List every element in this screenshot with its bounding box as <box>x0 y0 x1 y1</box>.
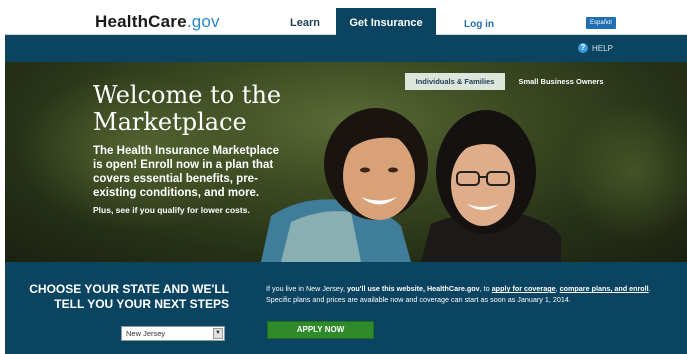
hero-title: Welcome to the Marketplace <box>93 81 282 136</box>
state-info-text: If you live in New Jersey, you'll use th… <box>266 283 666 305</box>
info-intro: If you live in New Jersey, <box>266 284 347 293</box>
question-circle-icon: ? <box>578 43 588 53</box>
sub-bar: ? HELP <box>5 35 687 62</box>
apply-coverage-link[interactable]: apply for coverage <box>492 284 556 293</box>
tab-individuals-families[interactable]: Individuals & Families <box>405 73 505 90</box>
top-nav: HealthCare.gov Learn Get Insurance Log i… <box>5 8 687 35</box>
nav-login[interactable]: Log in <box>464 19 494 30</box>
state-select-value: New Jersey <box>126 329 166 338</box>
espanol-button[interactable]: Español <box>586 17 616 29</box>
logo-health: Health <box>95 12 149 31</box>
info-bold: you'll use this website, HealthCare.gov <box>346 284 480 293</box>
help-label: HELP <box>592 43 613 53</box>
choose-state-heading: CHOOSE YOUR STATE AND WE'LL TELL YOU YOU… <box>29 282 229 311</box>
compare-plans-link[interactable]: compare plans, and enroll <box>560 284 649 293</box>
tab-small-business-owners[interactable]: Small Business Owners <box>511 73 611 90</box>
info-to: , to <box>479 284 492 293</box>
nav-learn[interactable]: Learn <box>290 17 320 29</box>
nav-get-insurance[interactable]: Get Insurance <box>336 8 436 35</box>
state-section: CHOOSE YOUR STATE AND WE'LL TELL YOU YOU… <box>5 262 687 354</box>
hero-background-blur <box>565 102 687 242</box>
state-select[interactable]: New Jersey ▼ <box>121 326 225 341</box>
page: HealthCare.gov Learn Get Insurance Log i… <box>5 8 687 354</box>
chevron-down-icon[interactable]: ▼ <box>213 328 223 339</box>
healthcare-gov-logo[interactable]: HealthCare.gov <box>95 12 220 32</box>
logo-gov: .gov <box>186 12 220 31</box>
hero-banner: Welcome to the Marketplace The Health In… <box>5 62 687 262</box>
help-link[interactable]: ? HELP <box>578 43 613 53</box>
hero-photo-two-women <box>261 108 561 262</box>
logo-care: Care <box>148 12 187 31</box>
apply-now-button[interactable]: APPLY NOW <box>267 321 374 339</box>
hero-description: The Health Insurance Marketplace is open… <box>93 145 279 199</box>
hero-lower-costs-link[interactable]: Plus, see if you qualify for lower costs… <box>93 205 288 215</box>
